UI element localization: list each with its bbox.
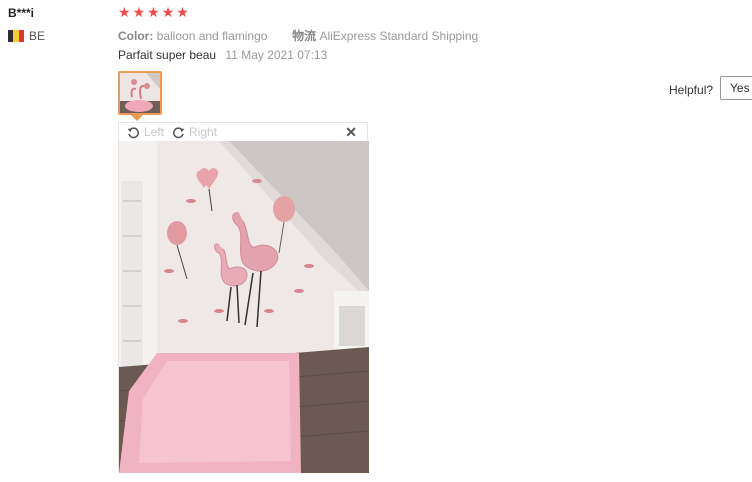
review-body: Parfait super beau 11 May 2021 07:13 [118,48,327,62]
review-photo [119,141,369,473]
rotate-right-button[interactable]: Right [172,125,217,139]
thumbnail-selected-caret [131,115,143,121]
star-icon: ★ [176,4,189,20]
star-rating: ★ ★ ★ ★ ★ [118,4,189,21]
helpful-yes-button[interactable]: Yes ( [720,76,752,100]
rotate-right-icon [173,126,185,138]
color-value: balloon and flamingo [156,29,268,43]
product-meta: Color: balloon and flamingo 物流 AliExpres… [118,27,478,44]
review-text: Parfait super beau [118,48,217,62]
belgium-flag-icon [8,30,24,42]
shipping-value: AliExpress Standard Shipping [319,29,479,43]
star-icon: ★ [147,4,160,20]
star-icon: ★ [132,4,146,20]
rotate-left-label: Left [144,125,165,139]
reviewer-name: B***i [8,6,35,20]
shipping-label: 物流 [292,29,317,43]
star-icon: ★ [161,4,175,20]
rotate-right-label: Right [189,125,218,139]
color-label: Color: [118,29,154,43]
close-icon[interactable]: ✕ [345,124,357,141]
review-photo-thumbnail[interactable] [118,71,162,115]
rotate-left-icon [127,126,139,138]
review-date: 11 May 2021 07:13 [225,48,328,62]
viewer-toolbar: Left Right ✕ [119,123,367,141]
country-code: BE [29,29,46,43]
rotate-left-button[interactable]: Left [127,125,164,139]
photo-viewer: Left Right ✕ [118,122,369,473]
helpful-label: Helpful? [669,83,714,97]
star-icon: ★ [118,4,131,20]
reviewer-country: BE [8,29,45,43]
